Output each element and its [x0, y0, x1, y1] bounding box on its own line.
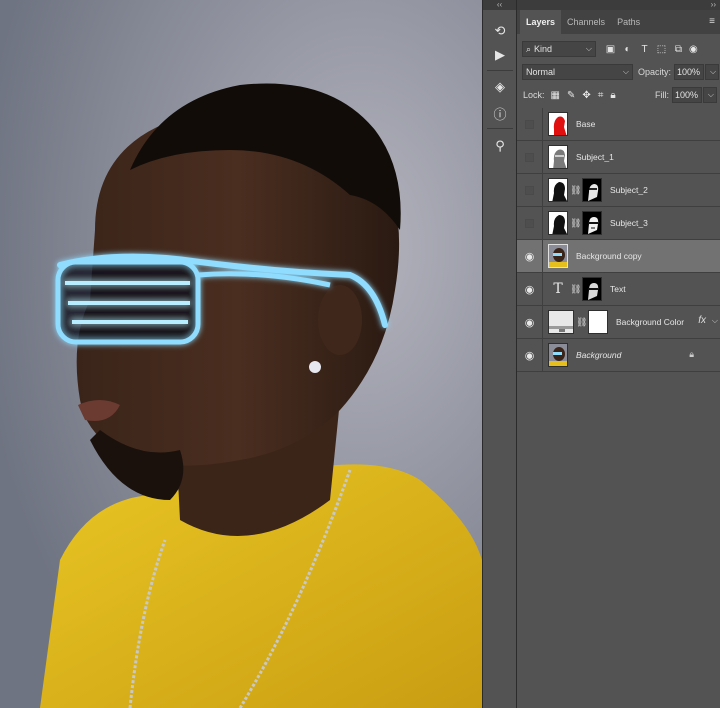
filter-row: ⌕ Kind ⌵ ▣ ◐ T ⬚ ⧉ ◉: [517, 38, 720, 60]
layer-row-background[interactable]: ◉ Background 🔒︎: [517, 338, 720, 372]
eye-icon: ◉: [524, 250, 535, 263]
toolbar-divider: [487, 70, 513, 71]
document-canvas[interactable]: [0, 0, 482, 708]
link-icon[interactable]: ⛓: [570, 218, 581, 229]
visibility-off-box: [525, 152, 534, 162]
info-icon[interactable]: ⓘ: [489, 102, 511, 124]
panel-menu-icon[interactable]: ≡: [709, 17, 715, 27]
lock-all-icon[interactable]: 🔒︎: [610, 90, 615, 101]
type-layer-icon: T: [553, 281, 563, 297]
layer-thumbnail: [548, 145, 568, 169]
visibility-toggle[interactable]: ◉: [517, 305, 543, 339]
eye-icon: ◉: [524, 316, 535, 329]
panel-header: ››: [517, 0, 720, 10]
tab-channels[interactable]: Channels: [561, 10, 611, 34]
play-actions-icon[interactable]: ▶: [489, 44, 511, 66]
tab-paths[interactable]: Paths: [611, 10, 646, 34]
blend-row: Normal ⌵ Opacity: 100% ⌵: [517, 61, 720, 83]
lock-row: Lock: ▦ ✎ ✥ ⌗ 🔒︎ Fill: 100% ⌵: [517, 84, 720, 106]
eye-icon: ◉: [524, 349, 535, 362]
opacity-dropdown[interactable]: ⌵: [705, 64, 720, 80]
visibility-off-box: [525, 119, 534, 129]
opacity-input[interactable]: 100%: [674, 64, 705, 80]
panel-tabs: Layers Channels Paths ≡: [517, 10, 720, 34]
layer-name[interactable]: Base: [576, 119, 595, 129]
type-filter-icon[interactable]: T: [636, 44, 653, 55]
layers-panel: ›› Layers Channels Paths ≡ ⌕ Kind ⌵ ▣ ◐ T ⬚…: [516, 0, 720, 708]
collapse-icon[interactable]: ‹‹: [483, 0, 516, 10]
visibility-toggle[interactable]: ◉: [517, 338, 543, 372]
search-icon: ⌕: [526, 43, 532, 54]
lock-position-move-icon[interactable]: ✥: [582, 90, 590, 101]
tab-layers[interactable]: Layers: [520, 10, 562, 34]
layer-mask-thumbnail[interactable]: [582, 277, 602, 301]
portrait-photo: [0, 0, 482, 708]
layers-list: Base Subject_1 ⛓ Subject_2 ⛓ Subject_3 ◉…: [517, 107, 720, 372]
blend-mode-value: Normal: [526, 67, 556, 77]
layer-row-subject-2[interactable]: ⛓ Subject_2: [517, 173, 720, 207]
layer-thumbnail: [548, 211, 568, 235]
opacity-label: Opacity:: [638, 67, 672, 77]
link-icon[interactable]: ⛓: [570, 185, 581, 196]
layer-thumbnail: [548, 244, 568, 268]
layer-name[interactable]: Background: [576, 350, 621, 360]
chevron-down-icon: ⌵: [622, 67, 629, 76]
visibility-toggle[interactable]: [517, 173, 543, 207]
smart-object-filter-icon[interactable]: ⧉: [670, 44, 687, 55]
layer-name[interactable]: Subject_1: [576, 152, 614, 162]
layer-thumbnail: [548, 343, 568, 367]
collapse-panel-icon[interactable]: ››: [711, 0, 716, 9]
toolbar-divider: [487, 128, 513, 129]
chevron-down-icon[interactable]: ⌵: [712, 316, 718, 326]
clone-source-icon[interactable]: ⚲: [489, 135, 511, 157]
layer-thumbnail: [548, 178, 568, 202]
fill-label: Fill:: [655, 90, 669, 100]
layer-thumbnail: [548, 112, 568, 136]
layer-name[interactable]: Text: [610, 284, 626, 294]
pixel-filter-icon[interactable]: ▣: [602, 44, 619, 55]
layer-mask-thumbnail[interactable]: [582, 178, 602, 202]
layer-row-background-copy[interactable]: ◉ Background copy: [517, 239, 720, 273]
layer-row-base[interactable]: Base: [517, 107, 720, 141]
lock-artboard-icon[interactable]: ⌗: [598, 90, 604, 101]
link-icon[interactable]: ⛓: [570, 284, 581, 295]
fill-dropdown[interactable]: ⌵: [703, 87, 717, 103]
lock-label: Lock:: [523, 90, 545, 100]
visibility-toggle[interactable]: [517, 140, 543, 174]
lock-icon: 🔒︎: [689, 349, 694, 359]
shape-filter-icon[interactable]: ⬚: [653, 44, 670, 55]
layer-row-text[interactable]: ◉ T ⛓ Text: [517, 272, 720, 306]
chevron-down-icon: ⌵: [585, 44, 592, 53]
visibility-toggle[interactable]: ◉: [517, 272, 543, 306]
lock-image-brush-icon[interactable]: ✎: [567, 90, 575, 101]
layer-row-background-color[interactable]: ◉ ⛓ Background Color fx ⌵: [517, 305, 720, 339]
3d-cube-icon[interactable]: ◈: [489, 76, 511, 98]
fill-adjustment-thumbnail: [548, 310, 574, 334]
fill-input[interactable]: 100%: [672, 87, 702, 103]
blend-mode-select[interactable]: Normal ⌵: [522, 64, 633, 80]
lock-transparency-icon[interactable]: ▦: [551, 90, 560, 101]
filter-kind-label: Kind: [534, 44, 553, 54]
side-toolbar: ‹‹ ⟲ ▶ ◈ ⓘ ⚲: [482, 0, 516, 708]
history-icon[interactable]: ⟲: [489, 20, 511, 42]
layer-row-subject-3[interactable]: ⛓ Subject_3: [517, 206, 720, 240]
layer-mask-thumbnail[interactable]: [582, 211, 602, 235]
visibility-toggle[interactable]: ◉: [517, 239, 543, 273]
layer-name[interactable]: Background copy: [576, 251, 642, 261]
filter-kind-select[interactable]: ⌕ Kind ⌵: [522, 41, 596, 57]
filter-toggle-icon[interactable]: ◉: [689, 44, 698, 55]
layer-name[interactable]: Subject_2: [610, 185, 648, 195]
visibility-toggle[interactable]: [517, 206, 543, 240]
eye-icon: ◉: [524, 283, 535, 296]
link-icon[interactable]: ⛓: [576, 317, 587, 328]
adjustment-filter-icon[interactable]: ◐: [619, 44, 636, 55]
visibility-off-box: [525, 185, 534, 195]
visibility-toggle[interactable]: [517, 107, 543, 141]
visibility-off-box: [525, 218, 534, 228]
layer-mask-thumbnail[interactable]: [588, 310, 608, 334]
layer-row-subject-1[interactable]: Subject_1: [517, 140, 720, 174]
layer-effects-icon[interactable]: fx: [698, 315, 706, 326]
layer-name[interactable]: Background Color: [616, 317, 684, 327]
layer-name[interactable]: Subject_3: [610, 218, 648, 228]
